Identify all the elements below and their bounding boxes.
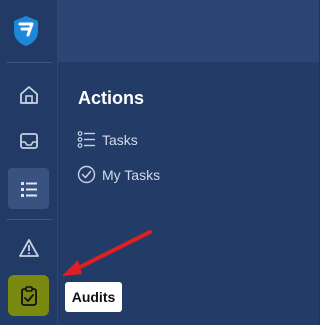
annotation-arrow-icon	[62, 230, 152, 276]
tooltip: Audits	[65, 282, 122, 312]
